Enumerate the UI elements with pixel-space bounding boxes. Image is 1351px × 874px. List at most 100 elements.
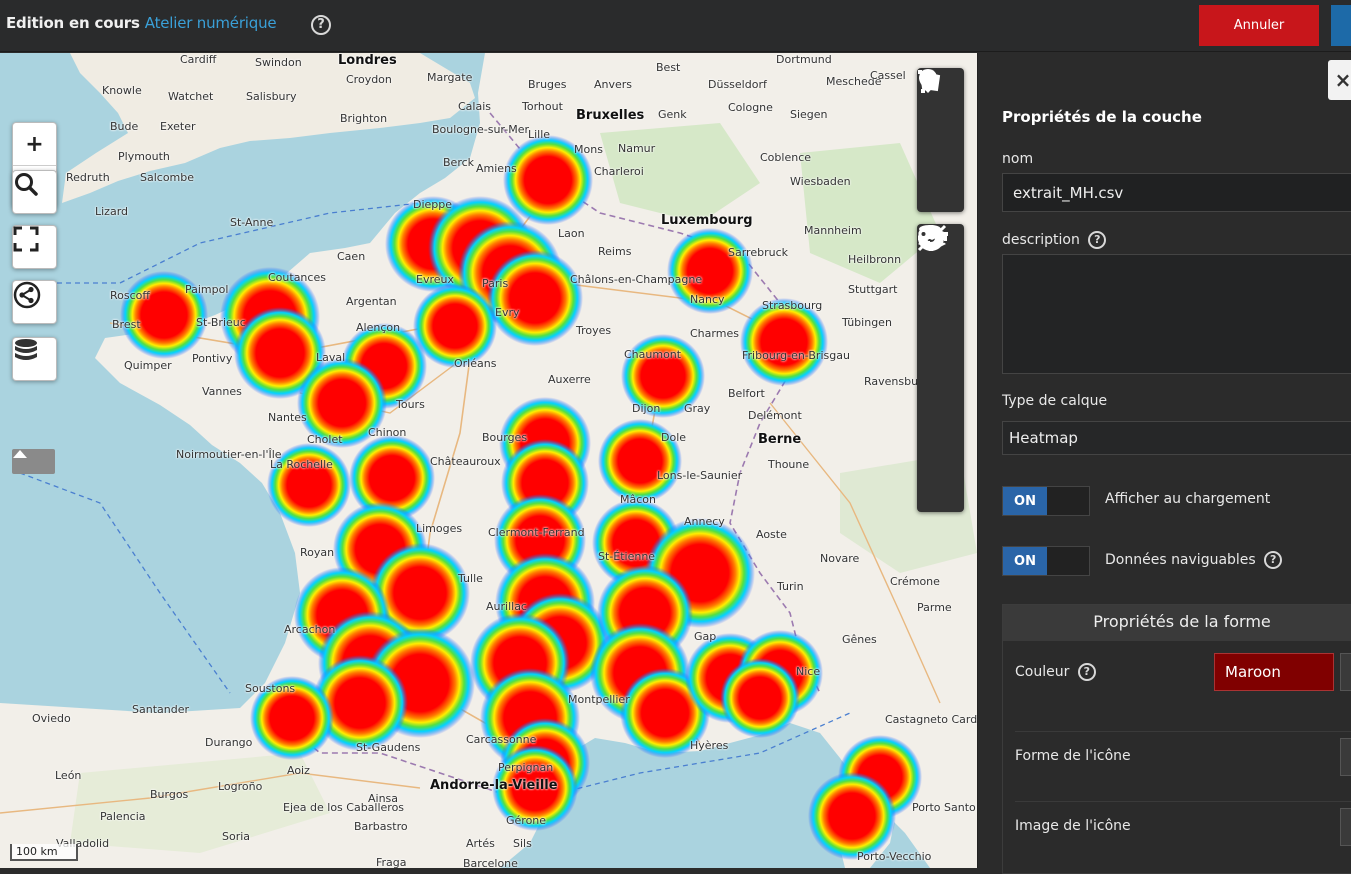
place-label: St-Étienne (598, 550, 656, 563)
color-input[interactable]: Maroon (1214, 653, 1334, 691)
save-button[interactable] (1331, 5, 1351, 46)
place-label: Santander (132, 703, 189, 716)
place-label: Mons (574, 143, 603, 156)
icon-image-select[interactable] (1340, 808, 1351, 846)
place-label: Logroño (218, 780, 263, 793)
browsable-label-row: Données naviguables ? (1105, 551, 1283, 569)
place-label: Bude (110, 120, 139, 133)
search-button[interactable] (12, 170, 57, 214)
layer-type-select[interactable]: Heatmap (1002, 421, 1351, 455)
place-label: Soustons (245, 682, 296, 695)
place-label: Stuttgart (848, 283, 898, 296)
place-label: Turin (777, 580, 804, 593)
toggle-controls-button[interactable] (12, 449, 55, 474)
close-icon: × (1334, 68, 1351, 92)
place-label: Delémont (748, 409, 802, 422)
switch-on-label: ON (1003, 547, 1047, 575)
place-label: Brighton (340, 112, 388, 125)
place-label: Ainsa (368, 792, 399, 805)
key-icon (918, 227, 948, 241)
place-label: Aurillac (486, 600, 527, 613)
draw-polygon-button[interactable] (917, 70, 964, 212)
place-label: Londres (338, 53, 397, 68)
browsable-switch[interactable]: ON (1002, 546, 1090, 576)
icon-shape-select[interactable] (1340, 738, 1351, 776)
place-label: Roscoff (110, 289, 150, 302)
place-label: Salisbury (246, 90, 297, 103)
place-label: Châlons-en-Champagne (570, 273, 703, 286)
place-label: Bruges (528, 78, 567, 91)
draw-polyline-button[interactable] (917, 70, 964, 164)
place-label: Aoste (756, 528, 787, 541)
place-label: Berne (758, 432, 802, 447)
place-label: Perpignan (498, 761, 554, 774)
color-picker-button[interactable] (1340, 653, 1351, 691)
show-on-load-switch[interactable]: ON (1002, 486, 1090, 516)
help-icon[interactable]: ? (1088, 231, 1107, 249)
manage-datalayers-button[interactable] (917, 225, 964, 416)
color-label: Couleur (1015, 664, 1070, 680)
place-label: Amiens (476, 162, 517, 175)
map-settings-button[interactable] (917, 225, 964, 320)
place-label: Heilbronn (848, 253, 902, 266)
name-input[interactable]: extrait_MH.csv (1002, 173, 1351, 212)
map-extent-button[interactable] (917, 224, 964, 464)
place-label: Barbastro (354, 820, 408, 833)
cancel-button[interactable]: Annuler (1199, 5, 1319, 46)
help-icon[interactable]: ? (1077, 663, 1096, 681)
icon-shape-label: Forme de l'icône (1015, 748, 1131, 764)
place-label: Soria (222, 830, 251, 843)
layer-type-label: Type de calque (1002, 393, 1108, 409)
map-name-link[interactable]: Atelier numérique (145, 14, 277, 32)
place-label: Nancy (690, 293, 725, 306)
map-view[interactable]: Londres Bruxelles Luxembourg Berne Andorre-l… (0, 53, 977, 868)
place-label: Chaumont (624, 348, 682, 361)
place-label: Coutances (268, 271, 326, 284)
place-label: Croydon (346, 73, 392, 86)
zoom-in-button[interactable]: + (13, 123, 56, 165)
description-label-row: description ? (1002, 231, 1107, 249)
change-tilelayer-button[interactable] (917, 226, 964, 368)
close-panel-button[interactable]: × (1328, 60, 1351, 100)
place-label: Cologne (728, 101, 773, 114)
place-label: Dijon (632, 402, 661, 415)
place-label: Noirmoutier-en-l'Île (176, 448, 282, 461)
place-label: Parme (917, 601, 952, 614)
place-label: Anvers (594, 78, 633, 91)
place-label: Paimpol (185, 283, 229, 296)
place-label: Dole (661, 431, 687, 444)
place-label: Torhout (522, 100, 563, 113)
share-button[interactable] (12, 280, 57, 324)
data-layers-button[interactable] (12, 337, 57, 381)
place-label: Porto-Vecchio (857, 850, 932, 863)
fullscreen-button[interactable] (12, 225, 57, 269)
help-icon[interactable]: ? (1264, 551, 1283, 569)
place-label: Laval (316, 351, 346, 364)
color-label-row: Couleur ? (1015, 663, 1096, 681)
place-label: Oviedo (32, 712, 71, 725)
place-label: Swindon (255, 56, 302, 69)
description-textarea[interactable] (1002, 254, 1351, 374)
switch-on-label: ON (1003, 487, 1047, 515)
place-label: Royan (300, 546, 335, 559)
search-icon (15, 173, 38, 196)
place-label: Reims (598, 245, 632, 258)
panel-title: Propriétés de la couche (1002, 108, 1202, 126)
place-label: Strasbourg (762, 299, 823, 312)
place-label: Tulle (458, 572, 483, 585)
place-label: Siegen (790, 108, 828, 121)
help-icon[interactable]: ? (311, 15, 331, 35)
place-label: Porto Santo Stefano (912, 801, 977, 814)
map-scale: 100 km (10, 844, 78, 861)
place-label: Cholet (307, 433, 343, 446)
place-label: Namur (618, 142, 656, 155)
place-label: Redruth (66, 171, 110, 184)
place-label: St-Gaudens (356, 741, 421, 754)
shape-properties-header[interactable]: Propriétés de la forme (1003, 605, 1351, 641)
place-label: Düsseldorf (708, 78, 767, 91)
place-label: Brest (112, 318, 141, 331)
place-label: Laon (558, 227, 585, 240)
place-label: Caen (337, 250, 366, 263)
permissions-button[interactable] (917, 227, 964, 512)
top-bar: Edition en cours Atelier numérique ? Ann… (0, 0, 1351, 52)
